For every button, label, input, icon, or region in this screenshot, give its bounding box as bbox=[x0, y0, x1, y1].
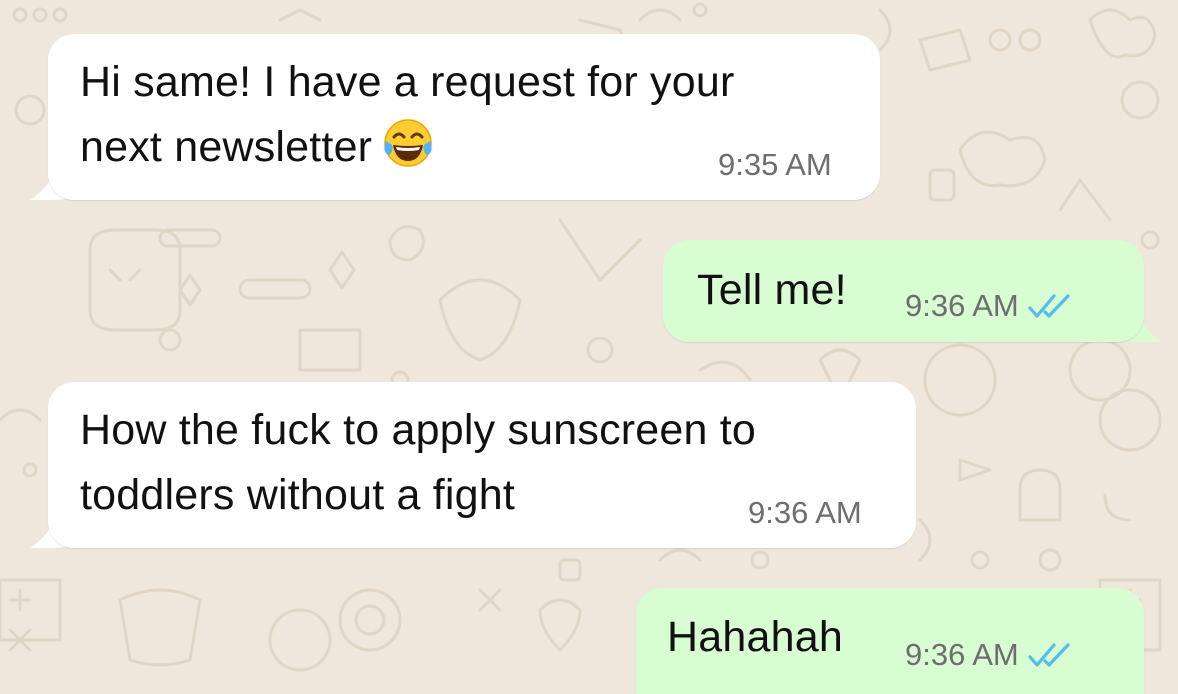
message-text: Tell me! bbox=[697, 266, 847, 314]
message-meta: 9:36 AM bbox=[905, 637, 1073, 673]
read-double-check-icon bbox=[1028, 643, 1070, 667]
read-double-check-icon bbox=[1028, 294, 1070, 318]
message-time: 9:35 AM bbox=[718, 147, 832, 182]
face-with-tears-of-joy-icon bbox=[384, 119, 432, 167]
message-meta: 9:36 AM bbox=[748, 495, 862, 531]
message-text: Hi same! I have a request for your next … bbox=[80, 50, 735, 180]
message-time: 9:36 AM bbox=[748, 495, 862, 530]
message-text: Hahahah bbox=[667, 613, 843, 661]
message-meta: 9:36 AM bbox=[905, 288, 1073, 324]
message-time: 9:36 AM bbox=[905, 288, 1019, 323]
message-text: How the fuck to apply sunscreen to toddl… bbox=[80, 406, 757, 519]
message-meta: 9:35 AM bbox=[718, 147, 832, 183]
chat-screen: { "chat": { "messages": [ {"direction": … bbox=[0, 0, 1178, 694]
message-time: 9:36 AM bbox=[905, 637, 1019, 672]
